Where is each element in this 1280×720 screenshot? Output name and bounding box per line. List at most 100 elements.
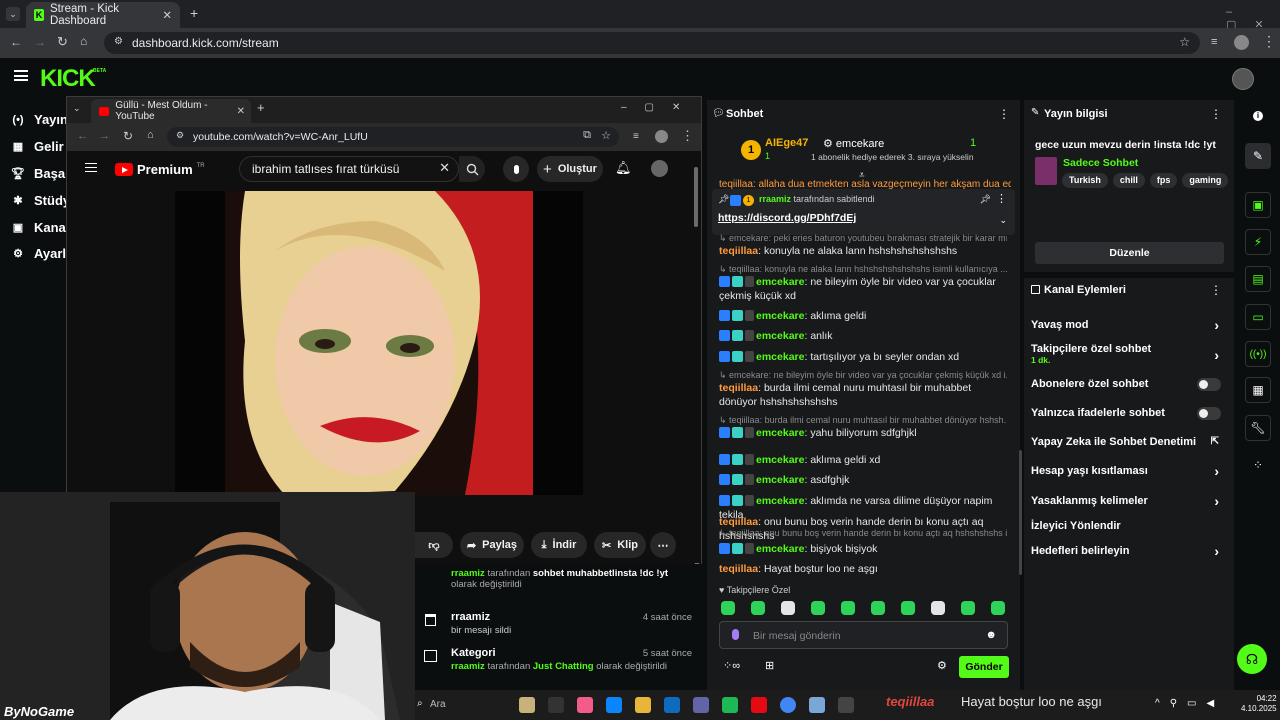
more-tools-icon[interactable]: ⁘ bbox=[1245, 452, 1271, 478]
tab-list-chevron-icon[interactable]: ⌄ bbox=[73, 103, 81, 114]
chat-message[interactable]: emcekare: bişiyok bişiyok bbox=[719, 542, 1011, 556]
youtube-search-input[interactable]: ibrahim tatlıses fırat türküsü ✕ bbox=[239, 156, 459, 182]
chat-username[interactable]: emcekare bbox=[756, 543, 804, 555]
settings-app-icon[interactable] bbox=[809, 697, 825, 713]
leaderboard-user[interactable]: ⚙ emcekare bbox=[823, 137, 884, 150]
chat-message[interactable]: emcekare: yahu biliyorum sdfghjkl bbox=[719, 426, 1011, 440]
more-actions-button[interactable]: ⋯ bbox=[650, 532, 676, 558]
emote-icon[interactable] bbox=[751, 601, 765, 615]
chat-menu-icon[interactable]: ⋮ bbox=[998, 107, 1010, 121]
layout-icon[interactable]: ▦ bbox=[1245, 377, 1271, 403]
edge-icon[interactable] bbox=[606, 697, 622, 713]
chat-username[interactable]: teqiillaa bbox=[719, 516, 758, 528]
taskbar-search-input[interactable]: Ara bbox=[430, 699, 446, 710]
forward-icon[interactable]: → bbox=[99, 130, 110, 142]
toggle-switch[interactable] bbox=[1197, 378, 1221, 391]
profile-avatar[interactable] bbox=[655, 130, 668, 143]
nav-item-5[interactable]: ⚙ Ayarla bbox=[12, 246, 73, 261]
unpin-icon[interactable]: 📌︎ bbox=[980, 194, 991, 205]
broadcast-signal-icon[interactable]: ((•)) bbox=[1245, 341, 1271, 367]
new-tab-icon[interactable]: + bbox=[190, 5, 198, 21]
pinned-link[interactable]: https://discord.gg/PDhf7dEj bbox=[718, 212, 856, 224]
chat-message[interactable]: emcekare: aklıma geldi bbox=[719, 309, 1011, 323]
new-tab-icon[interactable]: + bbox=[257, 100, 265, 115]
site-info-icon[interactable]: ⚙ bbox=[176, 130, 184, 141]
channel-action-row[interactable]: Takipçilere özel sohbet 1 dk. › bbox=[1031, 343, 1227, 365]
file-explorer-icon[interactable] bbox=[635, 697, 651, 713]
support-headset-icon[interactable]: ☊ bbox=[1237, 644, 1267, 674]
browser-menu-icon[interactable]: ⋮ bbox=[681, 128, 694, 144]
clock[interactable]: 04:22 4.10.2025 bbox=[1241, 694, 1277, 714]
chat-scrollbar-thumb[interactable] bbox=[1019, 450, 1022, 575]
emote-icon[interactable] bbox=[781, 601, 795, 615]
outlook-icon[interactable] bbox=[664, 697, 680, 713]
chevron-right-icon[interactable]: › bbox=[1214, 463, 1219, 479]
netflix-icon[interactable] bbox=[751, 697, 767, 713]
widget-icon[interactable] bbox=[519, 697, 535, 713]
share-button[interactable]: ➦ Paylaş bbox=[460, 532, 524, 558]
chat-message[interactable]: emcekare: tartışılıyor ya bı seyler onda… bbox=[719, 350, 1011, 364]
tag-chip[interactable]: fps bbox=[1149, 173, 1178, 188]
chat-message[interactable]: emcekare: asdfghjk bbox=[719, 473, 1011, 487]
channel-action-row[interactable]: Yapay Zeka ile Sohbet Denetimi ⇱ bbox=[1031, 436, 1227, 448]
emoji-picker-icon[interactable]: ☻ bbox=[985, 629, 997, 641]
edit-button[interactable]: Düzenle bbox=[1035, 242, 1224, 264]
channel-action-row[interactable]: İzleyici Yönlendir bbox=[1031, 520, 1227, 532]
search-icon[interactable]: ⌕ bbox=[417, 698, 423, 709]
hamburger-menu-icon[interactable] bbox=[85, 163, 97, 172]
pinned-menu-icon[interactable]: ⋮ bbox=[996, 192, 1007, 205]
hamburger-menu-icon[interactable] bbox=[14, 70, 28, 81]
user-avatar[interactable] bbox=[1232, 68, 1254, 90]
emote-icon[interactable] bbox=[991, 601, 1005, 615]
notes-icon[interactable]: ▤ bbox=[1245, 266, 1271, 292]
cast-icon[interactable]: ⧉ bbox=[583, 129, 591, 142]
chat-message[interactable]: teqiillaa: Hayat boştur loo ne aşgı bbox=[719, 562, 1011, 576]
channel-action-row[interactable]: Yasaklanmış kelimeler › bbox=[1031, 493, 1227, 509]
obs-icon[interactable] bbox=[838, 697, 854, 713]
bookmark-star-icon[interactable]: ☆ bbox=[1179, 35, 1190, 49]
window-controls[interactable]: –▢✕ bbox=[621, 102, 698, 113]
channel-actions-menu-icon[interactable]: ⋮ bbox=[1210, 283, 1222, 297]
nav-item-1[interactable]: ▦ Gelir bbox=[12, 139, 64, 154]
leaderboard-user[interactable]: AIEge47 bbox=[765, 137, 808, 149]
back-icon[interactable]: ← bbox=[77, 130, 88, 142]
back-icon[interactable]: ← bbox=[10, 35, 22, 49]
dislike-button[interactable]: 👎︎ bbox=[415, 532, 453, 558]
send-button[interactable]: Gönder bbox=[959, 656, 1009, 678]
profile-avatar[interactable] bbox=[1234, 35, 1249, 50]
youtube-account-avatar[interactable] bbox=[651, 160, 668, 177]
copilot-icon[interactable] bbox=[577, 697, 593, 713]
inner-tab-youtube[interactable]: Güllü - Mest Oldum - YouTube ✕ bbox=[91, 99, 251, 123]
chrome-icon[interactable] bbox=[780, 697, 796, 713]
download-button[interactable]: ⤓ İndir bbox=[531, 532, 587, 558]
emote-icon[interactable] bbox=[901, 601, 915, 615]
clip-tool-icon[interactable]: ▣ bbox=[1245, 192, 1271, 218]
channel-action-row[interactable]: Hesap yaşı kısıtlaması › bbox=[1031, 463, 1227, 479]
chat-username[interactable]: emcekare bbox=[756, 330, 804, 342]
spotify-icon[interactable] bbox=[722, 697, 738, 713]
store-icon[interactable]: ⊞ bbox=[765, 659, 774, 672]
browser-menu-icon[interactable]: ⋮ bbox=[1262, 33, 1276, 50]
bookmark-star-icon[interactable]: ☆ bbox=[601, 129, 611, 142]
chat-username[interactable]: emcekare bbox=[756, 276, 804, 288]
chevron-right-icon[interactable]: › bbox=[1214, 543, 1219, 559]
toggle-switch[interactable] bbox=[1197, 407, 1221, 420]
chevron-right-icon[interactable]: › bbox=[1214, 347, 1219, 363]
home-icon[interactable]: ⌂ bbox=[80, 34, 87, 48]
tag-chip[interactable]: gaming bbox=[1182, 173, 1229, 188]
kick-logo[interactable]: KICK bbox=[40, 65, 96, 93]
chat-tool-icon[interactable]: ▭ bbox=[1245, 304, 1271, 330]
channel-action-row[interactable]: Hedefleri belirleyin › bbox=[1031, 543, 1227, 559]
chat-username[interactable]: teqiillaa bbox=[719, 382, 758, 394]
emote-icon[interactable] bbox=[931, 601, 945, 615]
teams-icon[interactable] bbox=[693, 697, 709, 713]
info-icon[interactable]: i bbox=[1253, 111, 1263, 121]
emote-icon[interactable] bbox=[721, 601, 735, 615]
nav-item-0[interactable]: (•) Yayın bbox=[12, 112, 68, 127]
media-control-icon[interactable]: ≡ bbox=[1211, 36, 1217, 48]
create-button[interactable]: + Oluştur bbox=[537, 156, 603, 182]
chat-message[interactable]: emcekare: anlık bbox=[719, 329, 1011, 343]
chat-username[interactable]: emcekare bbox=[756, 351, 804, 363]
youtube-premium-logo[interactable]: Premium TR bbox=[115, 162, 205, 177]
chat-message[interactable]: emcekare: ne bileyim öyle bir video var … bbox=[719, 275, 1011, 303]
